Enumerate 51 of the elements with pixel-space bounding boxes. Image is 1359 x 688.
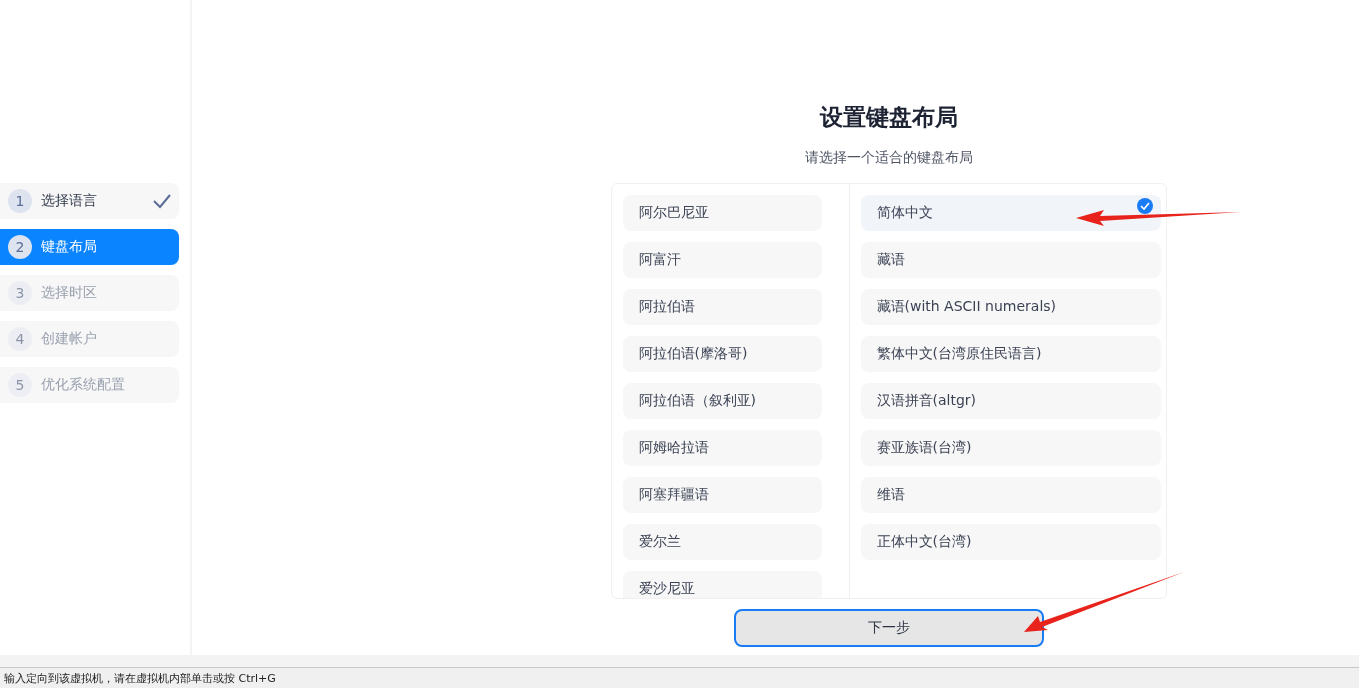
variant-item[interactable]: 汉语拼音(altgr) [860, 383, 1161, 419]
page-subtitle: 请选择一个适合的键盘布局 [804, 149, 973, 167]
next-button[interactable]: 下一步 [733, 609, 1044, 647]
variant-item[interactable]: 藏语 [860, 242, 1161, 278]
variant-item[interactable]: 藏语(with ASCII numerals) [860, 289, 1161, 325]
variant-item[interactable]: 赛亚族语(台湾) [860, 430, 1161, 466]
step-item[interactable]: 1 选择语言 [0, 182, 179, 219]
variant-label: 正体中文(台湾) [876, 533, 972, 551]
step-number: 5 [8, 372, 32, 397]
layout-item[interactable]: 阿尔巴尼亚 [622, 195, 822, 231]
step-label: 选择时区 [41, 283, 97, 302]
variant-item[interactable]: 简体中文 [860, 195, 1161, 231]
step-label: 创建帐户 [41, 329, 97, 348]
layout-item[interactable]: 爱沙尼亚 [622, 571, 822, 598]
step-label: 键盘布局 [41, 237, 97, 256]
step-label: 优化系统配置 [41, 375, 125, 394]
layout-label: 爱沙尼亚 [638, 580, 695, 598]
step-item[interactable]: 2 键盘布局 [0, 228, 179, 265]
status-text: 输入定向到该虚拟机，请在虚拟机内部单击或按 Ctrl+G [4, 670, 276, 686]
variant-label: 繁体中文(台湾原住民语言) [876, 345, 1042, 363]
layout-label: 阿拉伯语（叙利亚) [638, 392, 756, 410]
layout-item[interactable]: 阿拉伯语(摩洛哥) [622, 336, 822, 372]
step-number: 4 [8, 326, 32, 351]
step-number: 3 [8, 280, 32, 305]
layout-item[interactable]: 阿姆哈拉语 [622, 430, 822, 466]
variant-item[interactable]: 繁体中文(台湾原住民语言) [860, 336, 1161, 372]
step-number: 1 [8, 188, 32, 213]
page-title: 设置键盘布局 [819, 103, 958, 132]
layout-item[interactable]: 阿拉伯语 [622, 289, 822, 325]
layout-label: 阿富汗 [638, 251, 681, 269]
variant-label: 藏语(with ASCII numerals) [876, 298, 1057, 316]
layout-item[interactable]: 阿塞拜疆语 [622, 477, 822, 513]
check-icon [1136, 198, 1153, 214]
layout-item[interactable]: 阿拉伯语（叙利亚) [622, 383, 822, 419]
variant-item[interactable]: 维语 [860, 477, 1161, 513]
layout-item[interactable]: 阿富汗 [622, 242, 822, 278]
step-number: 2 [8, 234, 32, 259]
layout-label: 阿拉伯语(摩洛哥) [638, 345, 748, 363]
layout-label: 阿尔巴尼亚 [638, 204, 709, 222]
layout-label: 爱尔兰 [638, 533, 681, 551]
variant-label: 赛亚族语(台湾) [876, 439, 972, 457]
layout-item[interactable]: 爱尔兰 [622, 524, 822, 560]
layout-label: 阿拉伯语 [638, 298, 695, 316]
variant-label: 简体中文 [876, 204, 933, 222]
variant-label: 维语 [876, 486, 905, 504]
layout-label: 阿姆哈拉语 [638, 439, 709, 457]
variant-label: 汉语拼音(altgr) [876, 392, 977, 410]
variant-label: 藏语 [876, 251, 905, 269]
step-label: 选择语言 [41, 191, 97, 210]
variant-item[interactable]: 正体中文(台湾) [860, 524, 1161, 560]
layout-label: 阿塞拜疆语 [638, 486, 709, 504]
